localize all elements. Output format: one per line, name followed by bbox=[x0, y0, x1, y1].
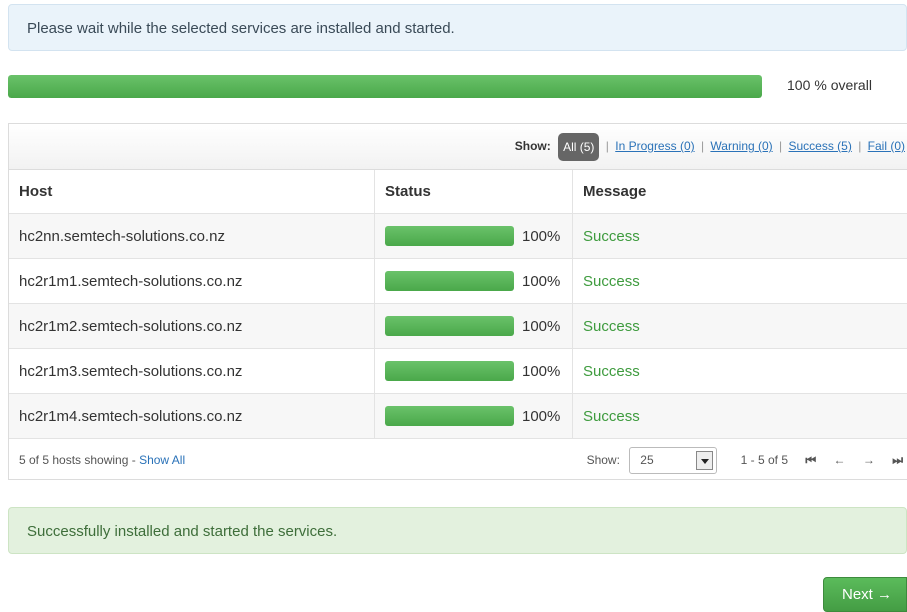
filter-fail[interactable]: Fail (0) bbox=[868, 139, 905, 153]
message-cell[interactable]: Success bbox=[572, 213, 907, 259]
host-progress-fill bbox=[385, 406, 514, 426]
host-progress-fill bbox=[385, 361, 514, 381]
host-percent: 100% bbox=[522, 317, 561, 335]
filter-warning[interactable]: Warning (0) bbox=[710, 139, 772, 153]
hosts-table-panel: Show: All (5) | In Progress (0) | Warnin… bbox=[8, 123, 907, 480]
overall-progress-fill bbox=[8, 75, 762, 98]
hosts-showing-text: 5 of 5 hosts showing - bbox=[19, 453, 140, 467]
table-row: hc2r1m1.semtech-solutions.co.nz 100% Suc… bbox=[9, 258, 907, 304]
table-row: hc2nn.semtech-solutions.co.nz 100% Succe… bbox=[9, 213, 907, 259]
status-cell: 100% bbox=[374, 213, 573, 259]
host-cell: hc2nn.semtech-solutions.co.nz bbox=[9, 213, 375, 259]
filter-success[interactable]: Success (5) bbox=[788, 139, 851, 153]
host-progress-fill bbox=[385, 271, 514, 291]
filter-bar: Show: All (5) | In Progress (0) | Warnin… bbox=[9, 124, 907, 170]
next-page-icon[interactable]: → bbox=[863, 439, 875, 482]
table-row: hc2r1m2.semtech-solutions.co.nz 100% Suc… bbox=[9, 303, 907, 349]
info-message: Please wait while the selected services … bbox=[27, 20, 455, 37]
host-cell: hc2r1m1.semtech-solutions.co.nz bbox=[9, 258, 375, 304]
host-percent: 100% bbox=[522, 227, 561, 245]
message-cell[interactable]: Success bbox=[572, 258, 907, 304]
header-status[interactable]: Status bbox=[374, 170, 573, 214]
chevron-down-icon[interactable] bbox=[696, 451, 714, 471]
table-row: hc2r1m3.semtech-solutions.co.nz 100% Suc… bbox=[9, 348, 907, 394]
message-cell[interactable]: Success bbox=[572, 348, 907, 394]
info-alert: Please wait while the selected services … bbox=[8, 4, 907, 51]
page-size-label: Show: bbox=[586, 453, 620, 467]
host-progress-bar bbox=[385, 406, 514, 426]
host-progress-fill bbox=[385, 226, 514, 246]
status-cell: 100% bbox=[374, 258, 573, 304]
filter-all[interactable]: All (5) bbox=[558, 132, 600, 161]
host-progress-bar bbox=[385, 271, 514, 291]
page-size-value: 25 bbox=[640, 453, 654, 468]
message-cell[interactable]: Success bbox=[572, 303, 907, 349]
show-all-link[interactable]: Show All bbox=[139, 453, 185, 467]
header-host[interactable]: Host bbox=[9, 170, 375, 214]
filter-in-progress[interactable]: In Progress (0) bbox=[615, 139, 694, 153]
table-footer: 5 of 5 hosts showing - Show All Show: 25… bbox=[9, 439, 907, 482]
host-progress-bar bbox=[385, 316, 514, 336]
hosts-table: Host Status Message hc2nn.semtech-soluti… bbox=[9, 170, 907, 439]
table-header-row: Host Status Message bbox=[9, 170, 907, 214]
host-cell: hc2r1m3.semtech-solutions.co.nz bbox=[9, 348, 375, 394]
previous-page-icon[interactable]: ← bbox=[834, 439, 846, 482]
header-message[interactable]: Message bbox=[572, 170, 907, 214]
overall-suffix: % overall bbox=[814, 77, 872, 93]
pagination-controls: Show: 25 1 - 5 of 5 ⏮ ← → ⏭ bbox=[587, 439, 903, 482]
host-percent: 100% bbox=[522, 407, 561, 425]
host-progress-fill bbox=[385, 316, 514, 336]
host-percent: 100% bbox=[522, 272, 561, 290]
last-page-icon[interactable]: ⏭ bbox=[892, 439, 903, 482]
status-cell: 100% bbox=[374, 393, 573, 439]
success-message: Successfully installed and started the s… bbox=[27, 523, 338, 540]
overall-percent: 100 bbox=[787, 77, 811, 93]
overall-progress-bar bbox=[8, 75, 762, 98]
hosts-count: 5 of 5 hosts showing - Show All bbox=[19, 439, 185, 482]
filter-label: Show: bbox=[514, 139, 551, 153]
status-cell: 100% bbox=[374, 303, 573, 349]
first-page-icon[interactable]: ⏮ bbox=[805, 439, 816, 482]
success-alert: Successfully installed and started the s… bbox=[8, 507, 907, 554]
host-cell: hc2r1m4.semtech-solutions.co.nz bbox=[9, 393, 375, 439]
host-cell: hc2r1m2.semtech-solutions.co.nz bbox=[9, 303, 375, 349]
status-cell: 100% bbox=[374, 348, 573, 394]
page-range: 1 - 5 of 5 bbox=[740, 453, 788, 467]
page-size-select[interactable]: 25 bbox=[629, 447, 718, 475]
overall-progress-label: 100% overall bbox=[787, 77, 876, 93]
message-cell[interactable]: Success bbox=[572, 393, 907, 439]
next-button[interactable]: Next → bbox=[823, 577, 907, 612]
host-progress-bar bbox=[385, 226, 514, 246]
host-progress-bar bbox=[385, 361, 514, 381]
table-row: hc2r1m4.semtech-solutions.co.nz 100% Suc… bbox=[9, 393, 907, 439]
host-percent: 100% bbox=[522, 362, 561, 380]
